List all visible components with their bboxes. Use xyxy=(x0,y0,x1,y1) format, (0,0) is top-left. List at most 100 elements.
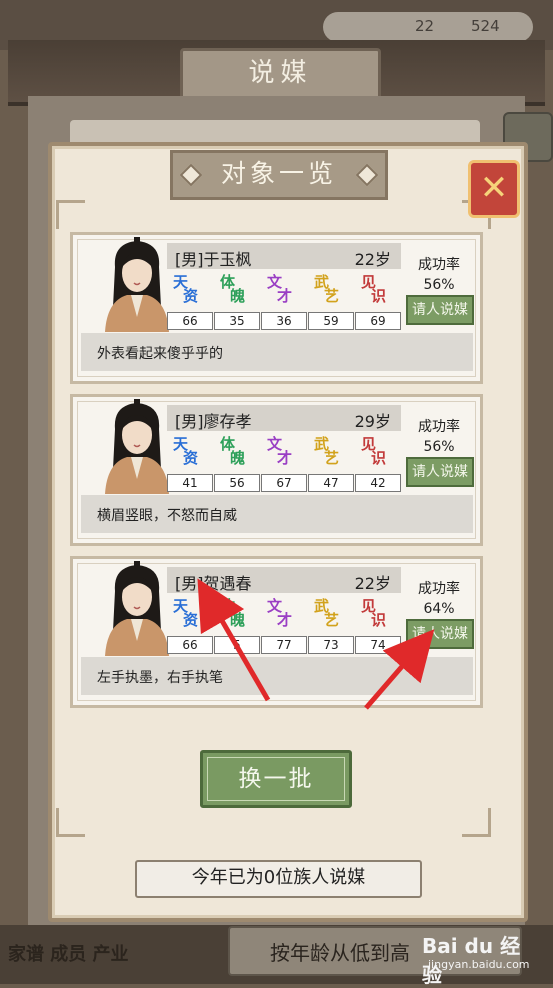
candidate-name: [男]廖存孝 xyxy=(175,412,252,431)
stat-2: 文才 36 xyxy=(261,273,307,331)
portrait-avatar xyxy=(105,399,169,494)
request-match-button[interactable]: 请人说媒 xyxy=(406,295,474,325)
stat-0: 天资 66 xyxy=(167,273,213,331)
stat-glyph: 武艺 xyxy=(314,597,340,629)
stat-glyph: 文才 xyxy=(267,273,293,305)
stat-value: 5 xyxy=(214,636,260,654)
stat-value: 73 xyxy=(308,636,354,654)
stat-0: 天资 66 xyxy=(167,597,213,655)
description-box: 左手执墨，右手执笔 xyxy=(81,657,473,695)
stat-glyph: 武艺 xyxy=(314,435,340,467)
request-match-button[interactable]: 请人说媒 xyxy=(406,457,474,487)
candidate-age: 22岁 xyxy=(354,574,391,593)
stat-3: 武艺 47 xyxy=(308,435,354,493)
refresh-button[interactable]: 换一批 xyxy=(200,750,352,808)
stat-value: 41 xyxy=(167,474,213,492)
stat-4: 见识 74 xyxy=(355,597,401,655)
rate-label: 成功率 xyxy=(418,581,460,597)
stat-value: 42 xyxy=(355,474,401,492)
stat-glyph: 武艺 xyxy=(314,273,340,305)
stat-0: 天资 41 xyxy=(167,435,213,493)
portrait-avatar xyxy=(105,237,169,332)
success-rate: 成功率 64% xyxy=(409,579,469,619)
portrait-avatar xyxy=(105,561,169,656)
stat-value: 56 xyxy=(214,474,260,492)
stat-glyph: 见识 xyxy=(361,435,387,467)
stat-2: 文才 77 xyxy=(261,597,307,655)
stat-value: 74 xyxy=(355,636,401,654)
stat-4: 见识 42 xyxy=(355,435,401,493)
stat-glyph: 天资 xyxy=(173,273,199,305)
stat-value: 59 xyxy=(308,312,354,330)
stat-glyph: 见识 xyxy=(361,597,387,629)
diamond-decor xyxy=(355,163,379,187)
stat-4: 见识 69 xyxy=(355,273,401,331)
stat-glyph: 见识 xyxy=(361,273,387,305)
dialog-title: 对象一览 xyxy=(170,150,388,200)
stats-row: 天资 66 体魄 35 文才 36 武艺 59 见识 69 xyxy=(167,275,401,331)
stat-1: 体魄 5 xyxy=(214,597,260,655)
outer-title: 说媒 xyxy=(180,48,381,100)
stat-glyph: 天资 xyxy=(173,435,199,467)
resource-2: 524 xyxy=(471,17,500,35)
stat-value: 66 xyxy=(167,312,213,330)
stat-value: 77 xyxy=(261,636,307,654)
name-bar: [男]贺遇春 22岁 xyxy=(167,567,401,593)
resource-bar: 22 524 xyxy=(323,12,533,42)
candidate-description: 外表看起来傻乎乎的 xyxy=(97,346,223,362)
stat-glyph: 体魄 xyxy=(220,435,246,467)
watermark-sub: jingyan.baidu.com xyxy=(428,958,530,971)
stat-value: 36 xyxy=(261,312,307,330)
stat-value: 35 xyxy=(214,312,260,330)
matchmaking-status: 今年已为0位族人说媒 xyxy=(135,860,422,898)
refresh-label: 换一批 xyxy=(238,766,314,792)
description-box: 外表看起来傻乎乎的 xyxy=(81,333,473,371)
stat-value: 69 xyxy=(355,312,401,330)
stat-glyph: 天资 xyxy=(173,597,199,629)
candidate-description: 横眉竖眼，不怒而自威 xyxy=(97,508,237,524)
name-bar: [男]于玉枫 22岁 xyxy=(167,243,401,269)
success-rate: 成功率 56% xyxy=(409,417,469,457)
rate-label: 成功率 xyxy=(418,419,460,435)
candidate-card: [男]廖存孝 29岁 天资 41 体魄 56 文才 67 武艺 47 见 识 4… xyxy=(70,394,483,546)
rate-value: 56% xyxy=(423,439,455,455)
request-match-button[interactable]: 请人说媒 xyxy=(406,619,474,649)
rate-value: 64% xyxy=(423,601,455,617)
success-rate: 成功率 56% xyxy=(409,255,469,295)
stat-glyph: 文才 xyxy=(267,597,293,629)
candidate-name: [男]贺遇春 xyxy=(175,574,252,593)
stat-1: 体魄 56 xyxy=(214,435,260,493)
stat-glyph: 文才 xyxy=(267,435,293,467)
stat-2: 文才 67 xyxy=(261,435,307,493)
candidate-name: [男]于玉枫 xyxy=(175,250,252,269)
stat-value: 66 xyxy=(167,636,213,654)
description-box: 横眉竖眼，不怒而自威 xyxy=(81,495,473,533)
stats-row: 天资 66 体魄 5 文才 77 武艺 73 见识 74 xyxy=(167,599,401,655)
corner-decor xyxy=(56,200,85,229)
candidate-card: [男]于玉枫 22岁 天资 66 体魄 35 文才 36 武艺 59 见 识 6… xyxy=(70,232,483,384)
stat-3: 武艺 73 xyxy=(308,597,354,655)
sort-label: 按年龄从低到高 xyxy=(270,941,410,965)
close-icon[interactable]: ✕ xyxy=(468,160,520,218)
bottom-tabs[interactable]: 家谱 成员 产业 xyxy=(8,940,129,966)
stat-glyph: 体魄 xyxy=(220,273,246,305)
stat-1: 体魄 35 xyxy=(214,273,260,331)
diamond-decor xyxy=(179,163,203,187)
candidate-age: 22岁 xyxy=(354,250,391,269)
candidate-age: 29岁 xyxy=(354,412,391,431)
stat-value: 67 xyxy=(261,474,307,492)
corner-decor xyxy=(56,808,85,837)
rate-label: 成功率 xyxy=(418,257,460,273)
rate-value: 56% xyxy=(423,277,455,293)
resource-1: 22 xyxy=(415,17,435,35)
stat-3: 武艺 59 xyxy=(308,273,354,331)
stat-value: 47 xyxy=(308,474,354,492)
dialog-title-text: 对象一览 xyxy=(220,159,337,188)
candidate-description: 左手执墨，右手执笔 xyxy=(97,670,223,686)
candidate-card: [男]贺遇春 22岁 天资 66 体魄 5 文才 77 武艺 73 见 识 74… xyxy=(70,556,483,708)
baidu-watermark: Bai du 经验 jingyan.baidu.com xyxy=(422,930,532,987)
stat-glyph: 体魄 xyxy=(220,597,246,629)
corner-decor xyxy=(462,808,491,837)
name-bar: [男]廖存孝 29岁 xyxy=(167,405,401,431)
stats-row: 天资 41 体魄 56 文才 67 武艺 47 见识 42 xyxy=(167,437,401,493)
